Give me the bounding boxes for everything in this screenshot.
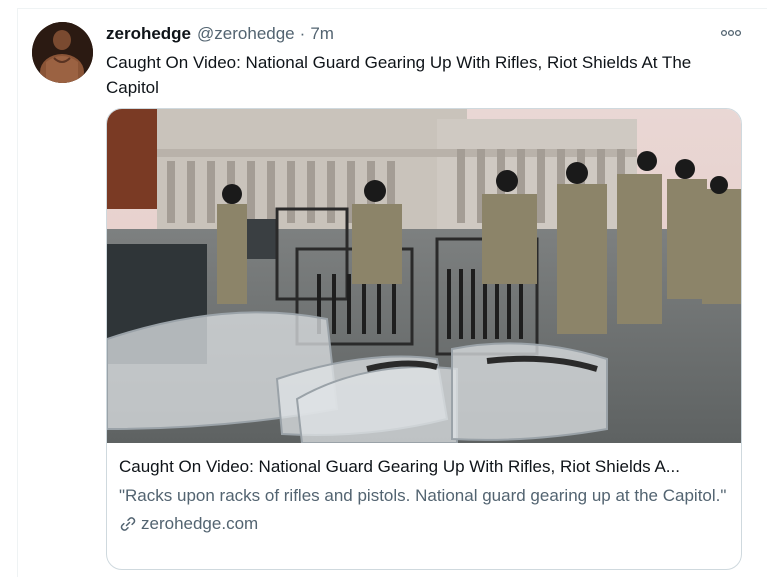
- card-title[interactable]: Caught On Video: National Guard Gearing …: [119, 455, 731, 479]
- avatar[interactable]: [32, 22, 93, 83]
- link-card[interactable]: Caught On Video: National Guard Gearing …: [106, 108, 742, 570]
- card-photo: [107, 109, 741, 443]
- tweet-header: zerohedge @zerohedge · 7m: [106, 24, 334, 46]
- display-name[interactable]: zerohedge: [106, 24, 191, 44]
- card-domain-text: zerohedge.com: [141, 514, 259, 533]
- more-horizontal-icon: [720, 29, 742, 37]
- user-handle[interactable]: @zerohedge: [197, 24, 295, 44]
- card-body: Caught On Video: National Guard Gearing …: [119, 455, 731, 534]
- card-image[interactable]: [107, 109, 741, 443]
- avatar-image: [32, 22, 93, 83]
- link-icon: [120, 517, 136, 531]
- separator-dot: ·: [299, 24, 306, 43]
- timestamp[interactable]: 7m: [310, 24, 334, 44]
- tweet-text: Caught On Video: National Guard Gearing …: [106, 53, 692, 97]
- more-options-button[interactable]: [716, 22, 746, 44]
- card-domain[interactable]: zerohedge.com: [119, 514, 731, 534]
- card-description: "Racks upon racks of rifles and pistols.…: [119, 486, 727, 505]
